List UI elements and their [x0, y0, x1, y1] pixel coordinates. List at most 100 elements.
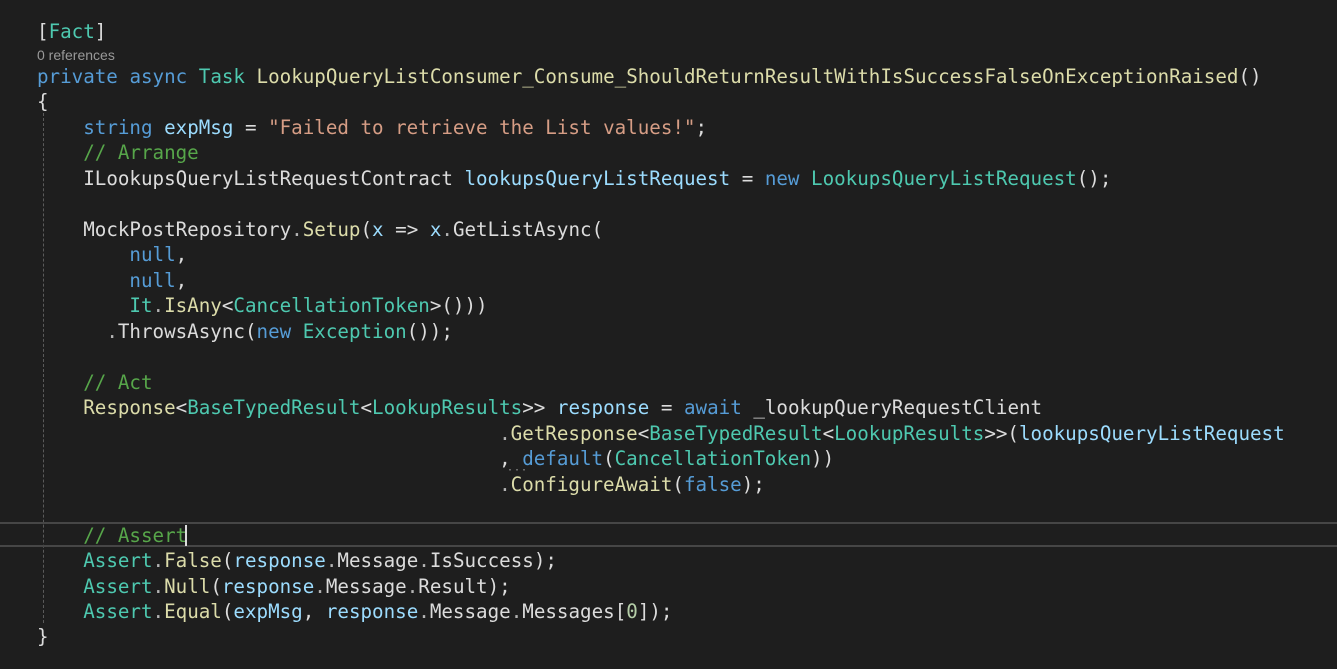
code-token: . — [152, 294, 165, 317]
code-token: response — [325, 600, 419, 623]
code-token: >())) — [429, 294, 488, 317]
code-token: Fact — [48, 20, 95, 43]
code-token: . — [418, 600, 430, 623]
code-token: Assert — [83, 549, 153, 572]
code-line[interactable]: .GetResponse<BaseTypedResult<LookupResul… — [37, 421, 1285, 447]
code-line[interactable]: Response<BaseTypedResult<LookupResults>>… — [37, 395, 1042, 421]
code-line[interactable]: , default(CancellationToken)) — [37, 446, 834, 472]
code-line[interactable]: null, — [37, 242, 187, 268]
code-line[interactable]: { — [37, 89, 49, 115]
code-line[interactable]: Assert.Null(response.Message.Result); — [37, 574, 511, 600]
code-token: (); — [1076, 167, 1112, 190]
code-token: private — [37, 65, 118, 88]
code-line[interactable]: null, — [37, 268, 187, 294]
code-token: . — [325, 549, 338, 572]
code-token: LookupQueryListConsumer_Consume_ShouldRe… — [256, 65, 1239, 88]
code-token: < — [637, 422, 650, 445]
code-token: lookupsQueryListRequest — [464, 167, 731, 190]
code-token: ; — [695, 116, 708, 139]
code-token: Equal — [164, 600, 222, 623]
code-token: async — [129, 65, 188, 88]
code-token: ( — [672, 473, 684, 496]
code-line[interactable]: It.IsAny<CancellationToken>())) — [37, 293, 488, 319]
code-line[interactable]: // Assert — [37, 523, 187, 549]
code-token: Messages — [522, 600, 615, 623]
code-token: = — [649, 396, 684, 419]
code-token: ( — [603, 447, 615, 470]
code-token: await — [683, 396, 742, 419]
code-line[interactable]: [Fact] — [37, 19, 106, 45]
code-token: . — [152, 600, 165, 623]
code-line[interactable]: // Arrange — [37, 140, 199, 166]
code-token: ); — [741, 473, 765, 496]
code-line[interactable]: Assert.False(response.Message.IsSuccess)… — [37, 548, 557, 574]
code-token: false — [683, 473, 742, 496]
code-line[interactable]: Assert.Equal(expMsg, response.Message.Me… — [37, 599, 672, 625]
code-token: ); — [533, 549, 557, 572]
code-line[interactable]: } — [37, 624, 49, 650]
code-token: < — [360, 396, 373, 419]
code-token: Exception — [302, 320, 407, 343]
code-line[interactable]: // Act — [37, 370, 153, 396]
code-token: Result — [418, 575, 488, 598]
code-line[interactable]: ILookupsQueryListRequestContract lookups… — [37, 166, 1111, 192]
suggestion-dots-icon[interactable]: ··· — [507, 466, 528, 476]
code-token: ILookupsQueryListRequestContract — [83, 167, 453, 190]
code-token: ( — [221, 549, 234, 572]
code-token: BaseTypedResult — [187, 396, 361, 419]
code-line[interactable]: string expMsg = "Failed to retrieve the … — [37, 115, 707, 141]
code-token: ThrowsAsync — [117, 320, 245, 343]
code-token: < — [175, 396, 188, 419]
code-token: . — [291, 218, 303, 241]
code-token: ( — [591, 218, 604, 241]
code-token: ]); — [637, 600, 673, 623]
code-token: // Assert — [83, 524, 188, 547]
code-token: "Failed to retrieve the List values!" — [268, 116, 696, 139]
code-token: . — [499, 422, 511, 445]
code-token: ( — [221, 600, 234, 623]
code-token: Response — [83, 396, 176, 419]
code-token: new — [256, 320, 292, 343]
code-token: // Act — [83, 371, 153, 394]
code-line[interactable]: private async Task LookupQueryListConsum… — [37, 64, 1262, 90]
codelens-references-link[interactable]: 0 references — [37, 46, 115, 64]
code-token: . — [499, 473, 511, 496]
code-token: response — [556, 396, 650, 419]
code-line[interactable]: .ConfigureAwait(false); — [37, 472, 765, 498]
code-token: 0 — [626, 600, 638, 623]
code-line[interactable]: .ThrowsAsync(new Exception()); — [37, 319, 453, 345]
code-token: . — [418, 549, 430, 572]
code-token: IsAny — [164, 294, 222, 317]
code-token: string — [83, 116, 153, 139]
code-token: Task — [198, 65, 245, 88]
code-line[interactable]: MockPostRepository.Setup(x => x.GetListA… — [37, 217, 603, 243]
code-token: . — [510, 600, 523, 623]
code-token: x — [429, 218, 442, 241]
text-caret — [185, 525, 187, 546]
code-token: { — [37, 90, 49, 113]
code-token: expMsg — [164, 116, 234, 139]
current-line-highlight — [0, 522, 1337, 547]
code-token: ( — [360, 218, 373, 241]
code-token: default — [522, 447, 604, 470]
code-editor[interactable]: 0 references [Fact] private async Task Lo… — [0, 0, 1337, 669]
code-token: ()); — [406, 320, 453, 343]
code-token: ( — [244, 320, 257, 343]
code-token: } — [37, 625, 49, 648]
code-token: // Arrange — [83, 141, 199, 164]
